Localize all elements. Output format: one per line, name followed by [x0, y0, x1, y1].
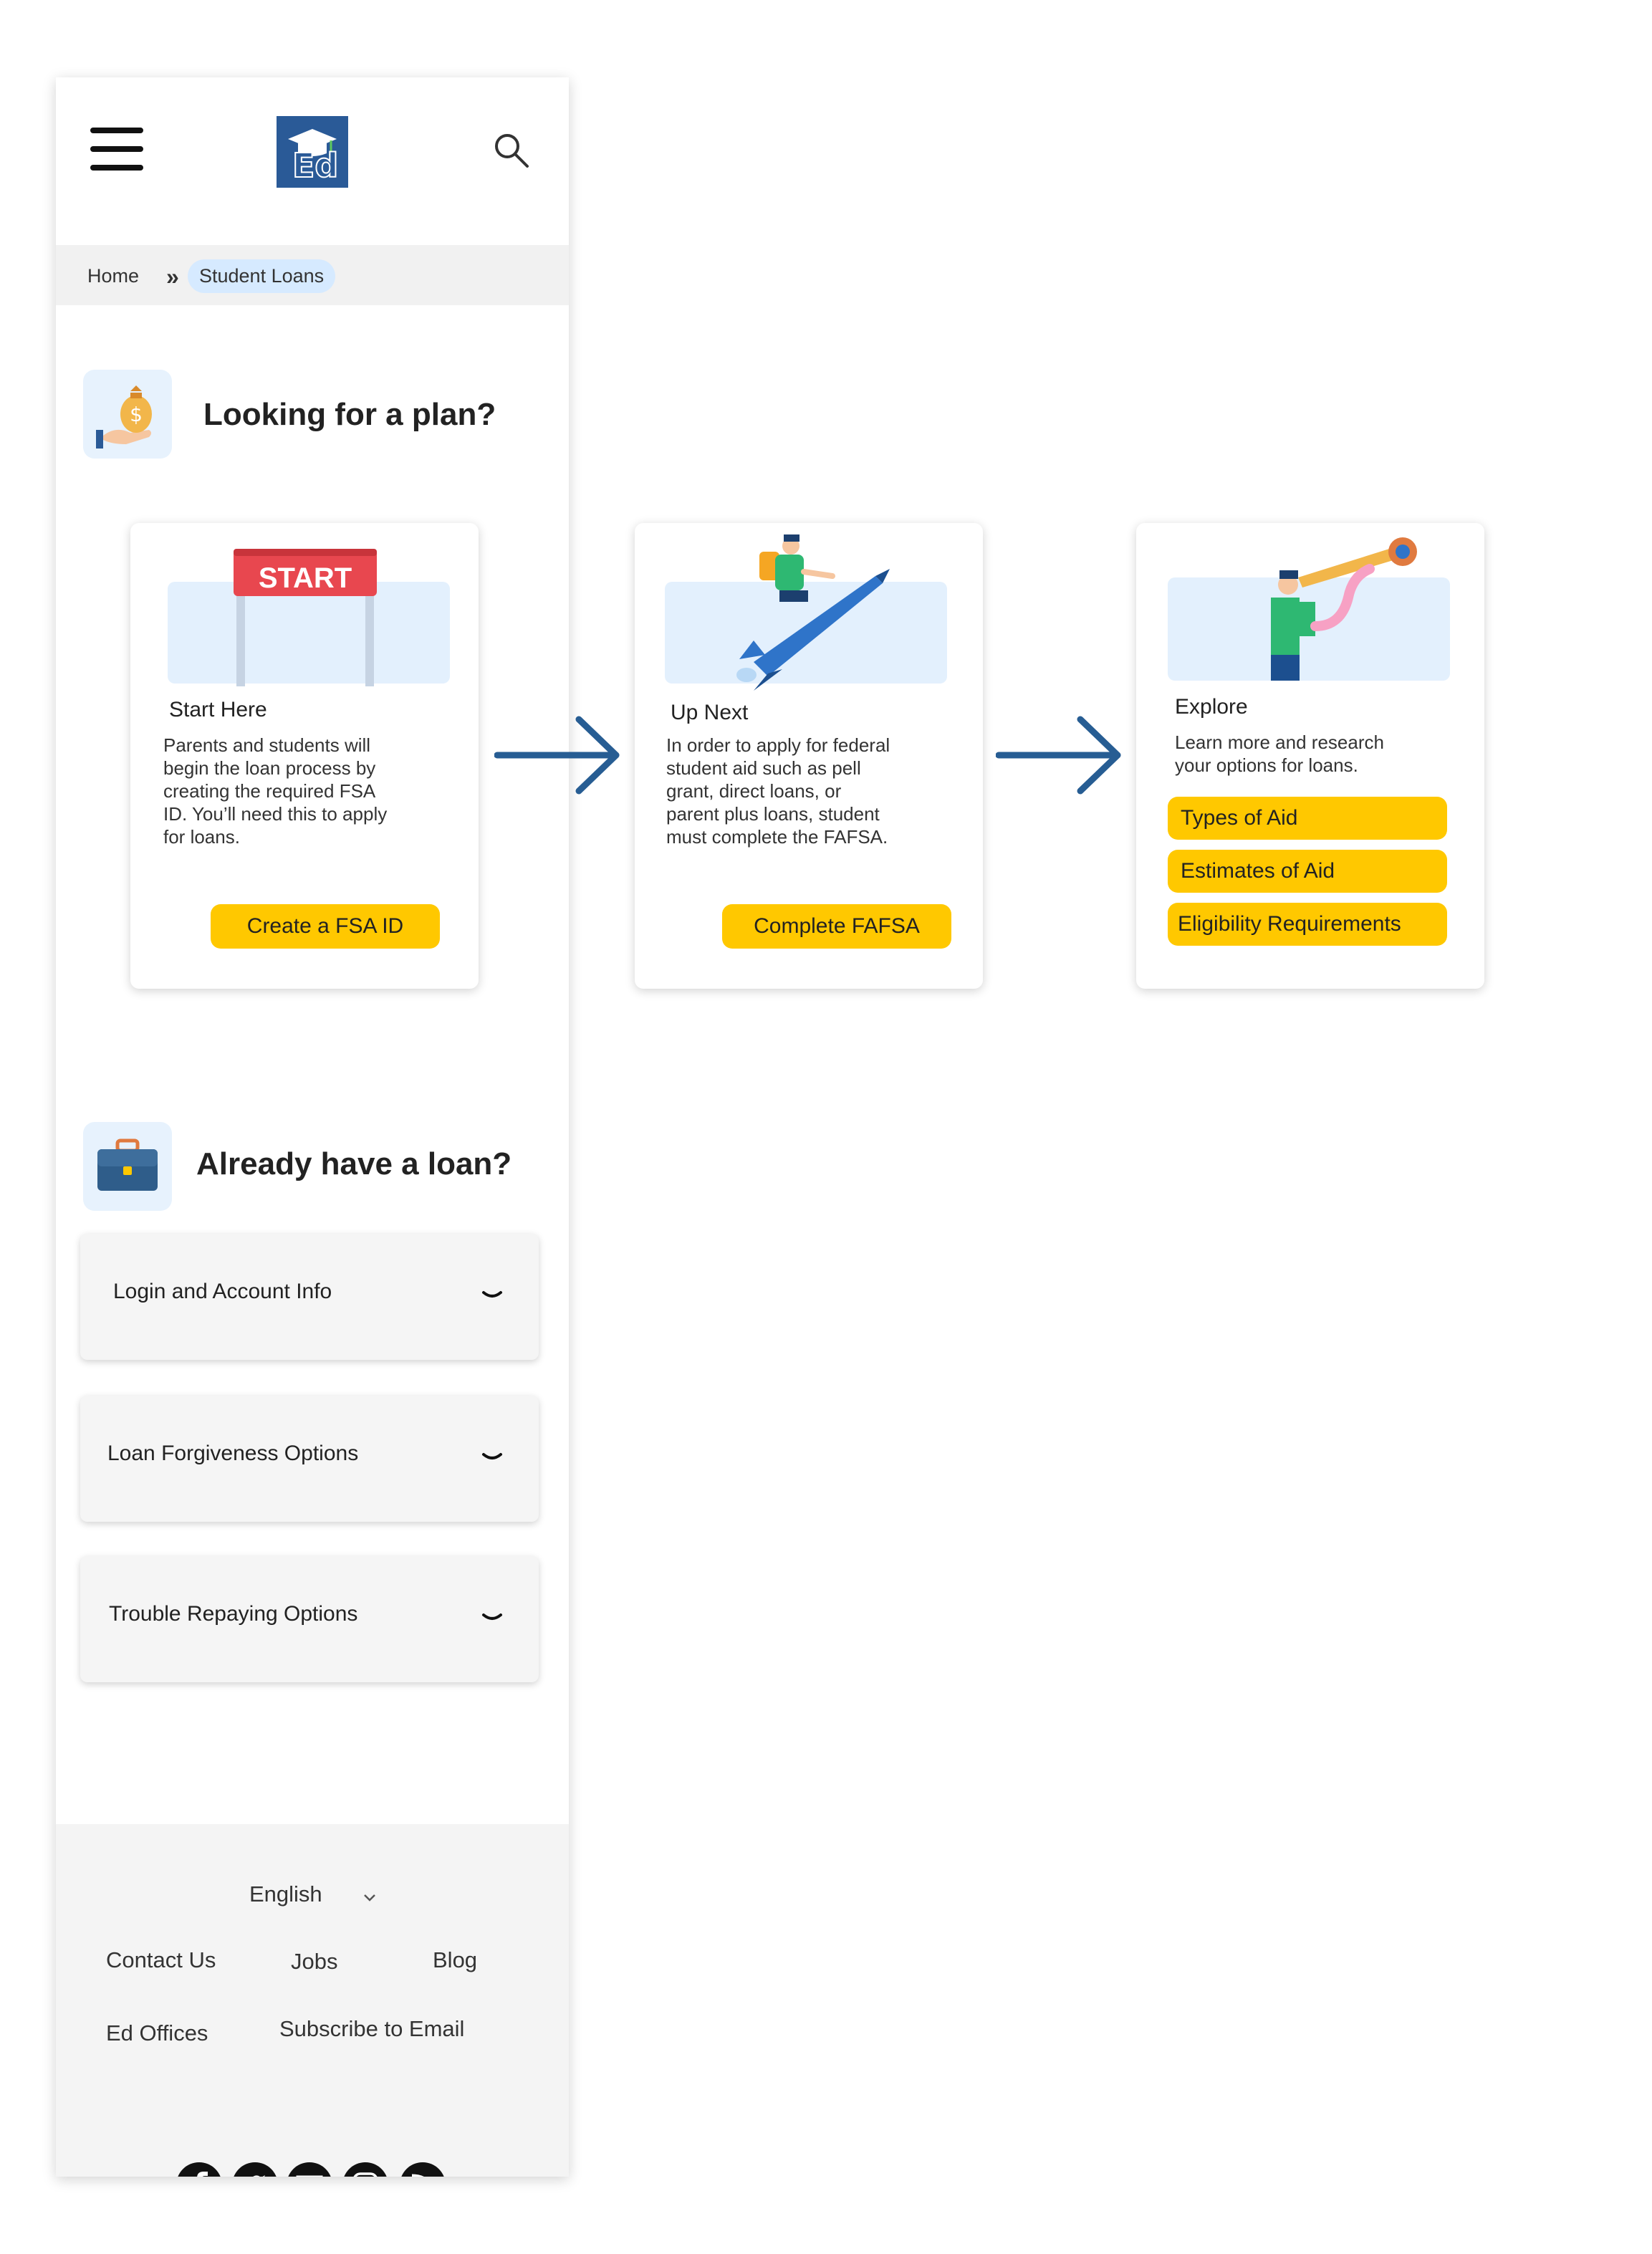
up-next-card: Up Next In order to apply for federal st…	[635, 523, 983, 989]
hamburger-menu-icon[interactable]	[90, 128, 143, 171]
footer-link-subscribe-email[interactable]: Subscribe to Email	[279, 2016, 464, 2042]
money-bag-icon: $	[83, 370, 172, 459]
card-description: Learn more and research your options for…	[1175, 732, 1384, 776]
accordion-label: Loan Forgiveness Options	[107, 1442, 359, 1465]
breadcrumb: Home » Student Loans	[56, 245, 569, 305]
mobile-page-frame: Ed Home » Student Loans $ Looking for a …	[56, 77, 569, 2177]
arrow-right-icon	[996, 716, 1121, 795]
footer-link-ed-offices[interactable]: Ed Offices	[106, 2020, 208, 2046]
loan-section-title: Already have a loan?	[196, 1146, 512, 1181]
facebook-icon[interactable]	[176, 2162, 222, 2177]
arrow-right-icon	[494, 716, 620, 795]
plan-section-title: Looking for a plan?	[203, 397, 496, 432]
complete-fafsa-button[interactable]: Complete FAFSA	[722, 904, 951, 949]
start-here-card: START Start Here Parents and students wi…	[130, 523, 479, 989]
accordion-trouble-repaying[interactable]: Trouble Repaying Options	[80, 1556, 539, 1682]
start-banner-illustration: START	[234, 549, 377, 686]
chevron-down-icon[interactable]	[362, 1893, 377, 1903]
briefcase-icon	[83, 1122, 172, 1211]
types-of-aid-button[interactable]: Types of Aid	[1168, 797, 1447, 840]
card-title: Explore	[1175, 695, 1248, 719]
breadcrumb-separator: »	[166, 264, 179, 289]
accordion-login-account-info[interactable]: Login and Account Info	[80, 1234, 539, 1360]
start-banner-text: START	[259, 562, 352, 594]
card-description: In order to apply for federal student ai…	[666, 734, 890, 848]
estimates-of-aid-button[interactable]: Estimates of Aid	[1168, 850, 1447, 893]
breadcrumb-home-link[interactable]: Home	[87, 265, 139, 287]
language-select-label[interactable]: English	[249, 1881, 322, 1907]
twitter-icon[interactable]	[232, 2162, 278, 2177]
logo-text: Ed	[292, 145, 339, 186]
footer-link-jobs[interactable]: Jobs	[291, 1949, 337, 1975]
chevron-down-icon	[482, 1291, 502, 1298]
accordion-label: Trouble Repaying Options	[109, 1602, 358, 1626]
breadcrumb-current: Student Loans	[188, 259, 336, 293]
accordion-loan-forgiveness[interactable]: Loan Forgiveness Options	[80, 1396, 539, 1522]
card-title: Up Next	[671, 701, 749, 724]
eligibility-requirements-button[interactable]: Eligibility Requirements	[1168, 903, 1447, 946]
telescope-person-illustration	[1271, 537, 1417, 681]
chevron-down-icon	[482, 1613, 502, 1620]
explore-card: Explore Learn more and research your opt…	[1136, 523, 1484, 989]
accordion-label: Login and Account Info	[113, 1280, 332, 1303]
svg-text:$: $	[130, 403, 143, 426]
create-fsa-id-button[interactable]: Create a FSA ID	[211, 904, 440, 949]
footer: English Contact Us Jobs Blog Ed Offices …	[56, 1824, 569, 2177]
rocket-student-illustration	[736, 534, 890, 691]
card-title: Start Here	[169, 698, 267, 721]
instagram-icon[interactable]	[342, 2162, 388, 2177]
email-icon[interactable]	[287, 2162, 332, 2177]
footer-link-blog[interactable]: Blog	[433, 1947, 477, 1973]
card-description: Parents and students will begin the loan…	[163, 734, 388, 848]
ed-logo[interactable]: Ed	[277, 116, 348, 188]
chevron-down-icon	[482, 1453, 502, 1459]
search-icon[interactable]	[491, 130, 532, 171]
rss-icon[interactable]	[400, 2162, 446, 2177]
footer-link-contact-us[interactable]: Contact Us	[106, 1947, 216, 1973]
